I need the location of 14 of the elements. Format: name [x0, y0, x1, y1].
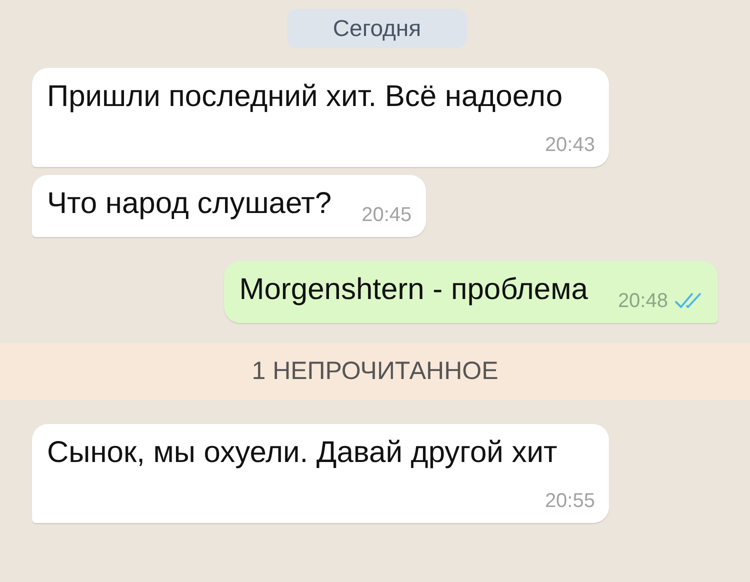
message-bubble[interactable]: Что народ слушает? 20:45: [32, 175, 426, 237]
message-text: Пришли последний хит. Всё надоело: [47, 80, 563, 113]
message-time: 20:45: [362, 203, 412, 228]
unread-banner: 1 НЕПРОЧИТАННОЕ: [0, 343, 750, 400]
message-text: Что народ слушает?: [47, 187, 332, 220]
message-time: 20:55: [544, 489, 595, 514]
message-time: 20:43: [544, 133, 595, 158]
message-bubble[interactable]: Пришли последний хит. Всё надоело 20:43: [32, 68, 609, 167]
message-bubble[interactable]: Сынок, мы охуели. Давай другой хит 20:55: [32, 424, 609, 523]
message-text: Morgenshtern - проблема: [239, 273, 588, 306]
date-divider: Сегодня: [286, 9, 468, 48]
message-text: Сынок, мы охуели. Давай другой хит: [47, 436, 558, 469]
message-bubble[interactable]: Morgenshtern - проблема 20:48: [224, 261, 718, 323]
message-time: 20:48: [618, 289, 668, 314]
